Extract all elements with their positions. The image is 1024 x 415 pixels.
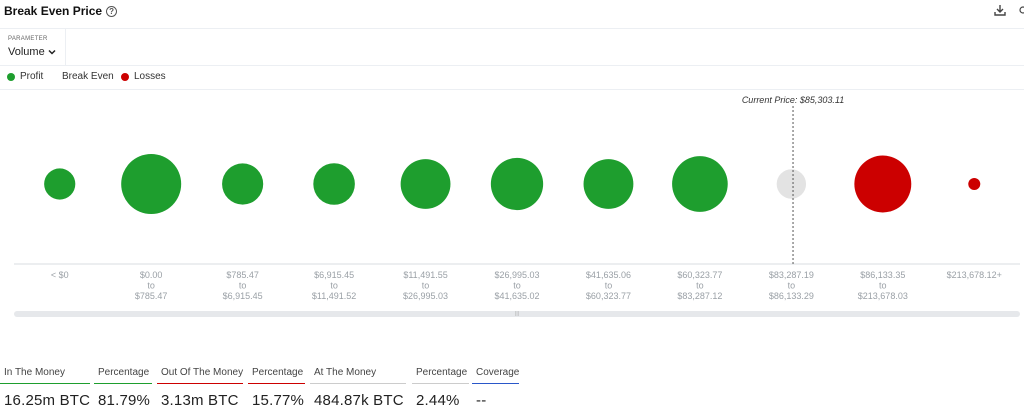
parameter-value: Volume [8,46,45,58]
stat-out-of-the-money-percentage: Percentage 15.77% [248,367,308,409]
tick-label-line: $26,995.03 [403,291,448,301]
more-icon[interactable] [1016,3,1024,17]
tick-label-line: $11,491.52 [312,291,356,301]
chart-scrollbar[interactable]: ||| [14,311,1020,317]
stat-value: 15.77% [252,392,305,409]
bubble-profit[interactable] [313,163,355,205]
stat-out-of-the-money: Out Of The Money 3.13m BTC [157,367,243,409]
bubble-profit[interactable] [222,163,264,205]
stat-value: 2.44% [416,392,460,409]
parameter-bar: PARAMETER Volume [0,28,1024,66]
legend-label-profit: Profit [20,71,44,82]
legend-item-profit[interactable]: Profit [7,71,43,82]
download-icon[interactable] [993,3,1007,17]
tick-label-line: $11,491.55 [403,270,447,280]
stat-in-the-money-percentage: Percentage 81.79% [94,367,154,409]
tick-label-line: $60,323.77 [586,291,631,301]
stat-label: In The Money [0,367,90,384]
bubble-losses[interactable] [968,178,981,190]
header-bar: Break Even Price ? [0,0,1024,24]
legend-profit-dot [7,72,15,81]
stat-label: Coverage [472,367,519,384]
tick-label-line: $785.47 [226,270,259,280]
bubble-profit[interactable] [400,159,451,209]
stat-value: 81.79% [98,392,151,409]
help-circle-icon[interactable]: ? [106,5,118,17]
legend-item-losses[interactable]: Losses [121,71,166,82]
tick-label: $213,678.12+ [947,270,1002,280]
tick-label-line: to [330,281,338,291]
chevron-down-icon [48,49,56,55]
stat-label: Percentage [94,367,152,384]
legend: Profit Break Even Losses [0,66,1024,90]
tick-label: $785.47 to $6,915.45 [223,270,263,301]
stat-value: 3.13m BTC [161,392,239,409]
tick-label-line: to [696,281,704,291]
bubble-profit[interactable] [490,157,544,211]
stat-value: -- [476,392,487,409]
stat-label: Percentage [248,367,305,384]
current-price-label: Current Price: $85,303.11 [742,95,844,105]
legend-losses-dot [121,72,129,81]
tick-label: $11,491.55 to $26,995.03 [403,270,448,301]
scrollbar-grip-icon[interactable]: ||| [515,312,519,317]
bubble-profit[interactable] [44,168,76,200]
tick-label: $26,995.03 to $41,635.02 [494,270,539,301]
stat-at-the-money: At The Money 484.87k BTC [310,367,408,409]
stat-label: Out Of The Money [157,367,243,384]
tick-label-line: < $0 [51,270,69,280]
tick-label-line: $83,287.12 [677,291,722,301]
page-title: Break Even Price ? [4,4,118,18]
tick-label-line: $6,915.45 [314,270,354,280]
tick-label-line: to [422,281,430,291]
tick-label: $0.00 to $785.47 [135,270,168,301]
bubble-profit[interactable] [672,156,728,212]
parameter-label: PARAMETER [8,36,48,42]
legend-label-break-even: Break Even [62,71,114,82]
tick-label-line: $83,287.19 [769,270,814,280]
stat-at-the-money-percentage: Percentage 2.44% [412,367,469,409]
tick-label-line: $86,133.29 [769,291,814,301]
tick-label-line: $41,635.02 [494,291,539,301]
tick-label-line: to [605,281,613,291]
tick-label-line: $60,323.77 [677,270,722,280]
legend-label-losses: Losses [134,71,166,82]
tick-label: $83,287.19 to $86,133.29 [769,270,814,301]
tick-label-line: $785.47 [135,291,168,301]
parameter-dropdown[interactable]: Volume [8,46,56,58]
tick-label-line: $213,678.03 [858,291,908,301]
tick-label-line: $213,678.12+ [947,270,1002,280]
tick-label-line: $41,635.06 [586,270,631,280]
break-even-chart: < $0 $0.00 to $785.47$785.47 to $6,915.45$6,9… [14,95,1020,301]
stat-coverage: Coverage -- [472,367,519,409]
legend-item-break-even[interactable]: Break Even [62,71,114,82]
bubble-break_even[interactable] [776,169,807,199]
tick-label: $41,635.06 to $60,323.77 [586,270,631,301]
stat-label: At The Money [310,367,406,384]
stat-value: 16.25m BTC [4,392,91,409]
stat-value: 484.87k BTC [314,392,404,409]
tick-label-line: to [879,281,887,291]
tick-label-line: $0.00 [140,270,163,280]
parameter-selector[interactable]: PARAMETER Volume [0,29,66,66]
tick-label-line: to [239,281,247,291]
bubble-profit[interactable] [583,159,634,209]
tick-label-line: $86,133.35 [860,270,905,280]
tick-label-line: to [147,281,155,291]
tick-label: $6,915.45 to $11,491.52 [312,270,356,301]
stat-label: Percentage [412,367,469,384]
page-title-text: Break Even Price [4,4,103,18]
bubble-profit[interactable] [121,154,182,214]
tick-label: < $0 [51,270,69,280]
tick-label-line: $26,995.03 [494,270,539,280]
tick-label-line: to [513,281,521,291]
tick-label-line: to [788,281,796,291]
stat-in-the-money: In The Money 16.25m BTC [0,367,94,409]
tick-label: $86,133.35 to $213,678.03 [858,270,908,301]
bubble-losses[interactable] [854,155,912,213]
tick-label: $60,323.77 to $83,287.12 [677,270,722,301]
tick-label-line: $6,915.45 [223,291,263,301]
